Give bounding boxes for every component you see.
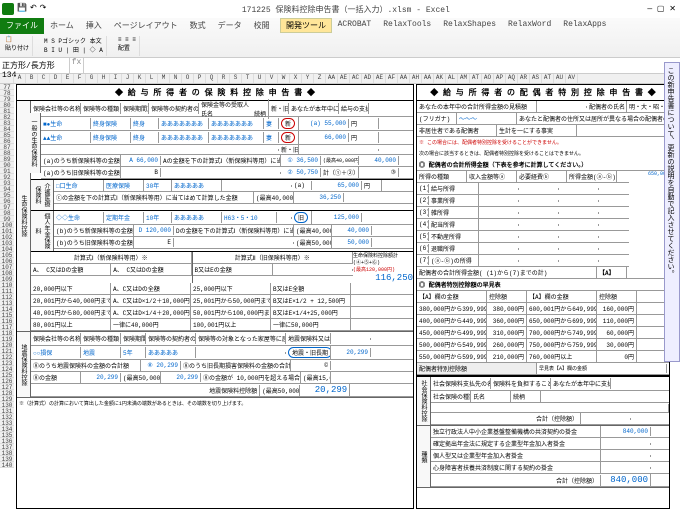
tool-font[interactable]: M S Pゴシック 本文B I U | 田 | ◇ A bbox=[41, 36, 107, 56]
tab-data[interactable]: データ bbox=[212, 18, 248, 34]
fx-icon[interactable]: fx bbox=[70, 58, 84, 73]
tab-home[interactable]: ホーム bbox=[44, 18, 80, 34]
tab-relax4[interactable]: RelaxApps bbox=[557, 18, 612, 34]
tab-relax3[interactable]: RelaxWord bbox=[502, 18, 557, 34]
formula-input[interactable] bbox=[84, 58, 680, 73]
tab-review[interactable]: 校閲 bbox=[248, 18, 276, 34]
spouse-deduction-form: ◆ 給 与 所 得 者 の 配 偶 者 特 別 控 除 申 告 書 ◆ あなたの… bbox=[416, 84, 670, 509]
qat-redo-icon[interactable]: ↷ bbox=[40, 3, 47, 15]
ribbon-tabs: ファイル ホーム 挿入 ページレイアウト 数式 データ 校閲 表示 開発 ACR… bbox=[0, 18, 680, 34]
excel-icon bbox=[2, 3, 14, 15]
tab-layout[interactable]: ページレイアウト bbox=[108, 18, 184, 34]
qat-save-icon[interactable]: 💾 bbox=[17, 3, 27, 15]
insurance-deduction-form: ◆ 給 与 所 得 者 の 保 険 料 控 除 申 告 書 ◆ 生命保険料控除 … bbox=[16, 84, 414, 509]
new-flag-1[interactable]: 新 bbox=[281, 118, 295, 129]
tool-clipboard[interactable]: 📋貼り付け bbox=[2, 36, 33, 56]
name-box[interactable]: 正方形/長方形 134 bbox=[0, 58, 70, 73]
tab-dev-active[interactable]: 開発ツール bbox=[280, 18, 332, 33]
window-title: 171225 保険料控除申告書（一括入力）.xlsm - Excel bbox=[48, 4, 643, 15]
form2-title: ◆ 給 与 所 得 者 の 配 偶 者 特 別 控 除 申 告 書 ◆ bbox=[417, 85, 669, 101]
window-controls[interactable]: — ▢ ✕ bbox=[643, 4, 680, 14]
tool-align[interactable]: ≡ ≡ ≡配置 bbox=[115, 36, 140, 56]
qat-undo-icon[interactable]: ↶ bbox=[30, 3, 37, 15]
tab-relax2[interactable]: RelaxShapes bbox=[437, 18, 502, 34]
side-panel[interactable]: この新申告書について、更新の説明を自動で記入させてください。 bbox=[664, 62, 680, 362]
column-headers[interactable]: ABCDEFGHIJKLMNOPQRSTUVWXYZAAAEACADAEAFAA… bbox=[0, 74, 680, 84]
tab-relax1[interactable]: RelaxTools bbox=[377, 18, 437, 34]
row-headers[interactable]: 7778798081828384858687888990919293949596… bbox=[0, 84, 14, 468]
tab-insert[interactable]: 挿入 bbox=[80, 18, 108, 34]
tab-formula[interactable]: 数式 bbox=[184, 18, 212, 34]
company-1[interactable]: ■●生命 bbox=[41, 118, 91, 129]
tab-acrobat[interactable]: ACROBAT bbox=[332, 18, 378, 34]
tab-file[interactable]: ファイル bbox=[0, 18, 44, 34]
